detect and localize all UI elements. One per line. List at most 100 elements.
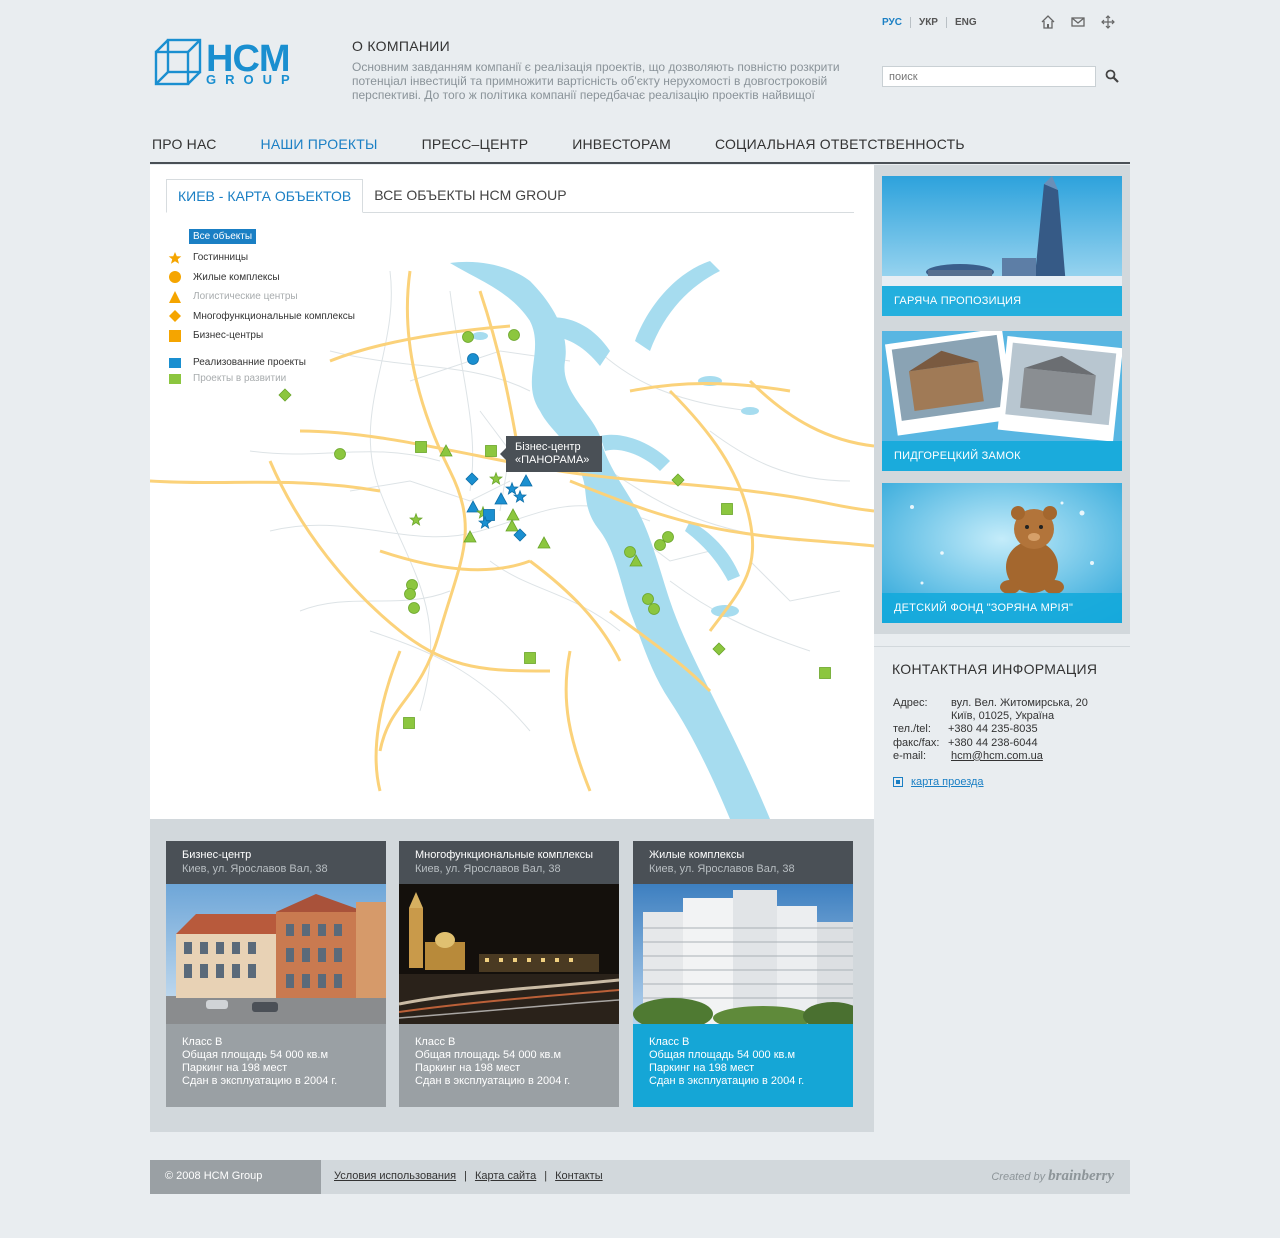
map-link-icon [893, 777, 903, 787]
mail-icon[interactable] [1070, 14, 1086, 30]
map-marker-multifunctional[interactable] [278, 388, 292, 402]
square-icon [169, 357, 181, 368]
main-nav: ПРО НАС НАШИ ПРОЕКТЫ ПРЕСС–ЦЕНТР ИНВЕСТО… [150, 136, 1130, 172]
legend-multifunctional[interactable]: Многофункциональные комплексы [168, 307, 355, 327]
nav-about[interactable]: ПРО НАС [150, 136, 217, 162]
lang-ukr[interactable]: УКР [909, 17, 946, 28]
footer-link-contacts[interactable]: Контакты [555, 1170, 603, 1182]
nav-investors[interactable]: ИНВЕСТОРАМ [570, 136, 671, 162]
map-marker-hotel[interactable] [505, 481, 519, 495]
legend-logistics[interactable]: Логистические центры [168, 287, 355, 307]
footer-link-terms[interactable]: Условия использования [334, 1170, 456, 1182]
home-icon[interactable] [1040, 14, 1056, 30]
legend-residential[interactable]: Жилые комплексы [168, 268, 355, 288]
legend-realized[interactable]: Реализованние проекты [168, 355, 355, 371]
address-line: вул. Вел. Житомирська, 20 [951, 697, 1088, 709]
nav-press[interactable]: ПРЕСС–ЦЕНТР [420, 136, 529, 162]
nav-social[interactable]: СОЦИАЛЬНАЯ ОТВЕТСТВЕННОСТЬ [713, 136, 965, 162]
nav-projects[interactable]: НАШИ ПРОЕКТЫ [259, 136, 378, 172]
map-marker-logistics[interactable] [506, 508, 520, 521]
developer-credit[interactable]: Created by brainberry [991, 1168, 1114, 1185]
legend-label: Проекты в развитии [193, 373, 287, 384]
map-legend: Все объекты Гостинницы Жилые комплексы Л… [168, 229, 355, 387]
map-marker-hotel[interactable] [409, 512, 423, 526]
promo-label: ГАРЯЧА ПРОПОЗИЦИЯ [882, 286, 1122, 316]
logo[interactable]: HCM GROUP [154, 36, 318, 90]
promo-charity[interactable]: ДЕТСКИЙ ФОНД "ЗОРЯНА МРІЯ" [882, 483, 1122, 623]
card-line: Класс В [415, 1036, 456, 1048]
promo-hot-offer[interactable]: ГАРЯЧА ПРОПОЗИЦИЯ [882, 176, 1122, 316]
promo-castle[interactable]: ПИДГОРЕЦКИЙ ЗАМОК [882, 331, 1122, 471]
project-card[interactable]: Многофункциональные комплексы Киев, ул. … [399, 841, 619, 1107]
promo-label: ПИДГОРЕЦКИЙ ЗАМОК [882, 441, 1122, 471]
map-marker-multifunctional[interactable] [712, 642, 726, 656]
project-card[interactable]: Бизнес-центр Киев, ул. Ярославов Вал, 38 [166, 841, 386, 1107]
card-details: Класс В Общая площадь 54 000 кв.м Паркин… [633, 1024, 853, 1107]
map-marker-residential[interactable] [467, 353, 479, 365]
map-marker-business[interactable] [524, 652, 536, 664]
map-marker-residential[interactable] [624, 546, 636, 558]
card-address: Киев, ул. Ярославов Вал, 38 [415, 863, 561, 875]
legend-label: Гостинницы [193, 252, 249, 264]
footer-link-sitemap[interactable]: Карта сайта [475, 1170, 536, 1182]
legend-business[interactable]: Бизнес-центры [168, 326, 355, 346]
lang-rus[interactable]: РУС [880, 17, 910, 28]
card-details: Класс В Общая площадь 54 000 кв.м Паркин… [166, 1024, 386, 1107]
map-marker-residential[interactable] [404, 588, 416, 600]
legend-label: Реализованние проекты [193, 357, 306, 368]
card-title: Жилые комплексы [649, 849, 745, 861]
card-line: Класс В [182, 1036, 223, 1048]
map-marker-business[interactable] [403, 717, 415, 729]
map-marker-residential[interactable] [642, 593, 654, 605]
email-link[interactable]: hcm@hcm.com.ua [951, 750, 1043, 763]
card-address: Киев, ул. Ярославов Вал, 38 [649, 863, 795, 875]
about-title: О КОМПАНИИ [352, 38, 450, 54]
divider [874, 646, 1130, 647]
legend-hotels[interactable]: Гостинницы [168, 248, 355, 268]
map-marker-logistics[interactable] [466, 500, 480, 513]
footer: © 2008 HCM Group Условия использования |… [150, 1160, 1130, 1194]
map-marker-residential[interactable] [508, 329, 520, 341]
route-map-link[interactable]: карта проезда [911, 776, 984, 788]
map-marker-residential[interactable] [408, 602, 420, 614]
map-marker-hotel[interactable] [489, 471, 503, 485]
language-switcher: РУС УКР ENG [880, 17, 985, 28]
card-line: Общая площадь 54 000 кв.м [182, 1048, 329, 1061]
search-input[interactable] [882, 66, 1096, 87]
legend-all-objects[interactable]: Все объекты [189, 229, 257, 244]
legend-label: Жилые комплексы [193, 271, 280, 283]
tab-all-objects[interactable]: ВСЕ ОБЪЕКТЫ HCM GROUP [363, 179, 577, 212]
map-marker-residential[interactable] [654, 539, 666, 551]
sitemap-icon[interactable] [1100, 14, 1116, 30]
map-marker-residential[interactable] [648, 603, 660, 615]
square-icon [169, 329, 181, 342]
project-card[interactable]: Жилые комплексы Киев, ул. Ярославов Вал,… [633, 841, 853, 1107]
map-marker-business[interactable] [819, 667, 831, 679]
card-line: Паркинг на 198 мест [182, 1061, 288, 1074]
map-marker-hotel[interactable] [513, 489, 527, 503]
tooltip-line1: Бізнес-центр [515, 441, 581, 453]
copyright: © 2008 HCM Group [150, 1160, 321, 1194]
map-water [450, 261, 770, 819]
card-line: Сдан в эксплуатацию в 2004 г. [182, 1074, 338, 1087]
map-marker-logistics[interactable] [494, 492, 508, 505]
legend-developing[interactable]: Проекты в развитии [168, 371, 355, 387]
map-marker-residential[interactable] [462, 331, 474, 343]
map-panel: КИЕВ - КАРТА ОБЪЕКТОВ ВСЕ ОБЪЕКТЫ HCM GR… [150, 165, 874, 819]
map-marker-residential[interactable] [334, 448, 346, 460]
map-marker-logistics[interactable] [519, 474, 533, 487]
map-marker-multifunctional[interactable] [465, 472, 479, 486]
address-label: Адрес: [893, 697, 928, 709]
map-marker-business[interactable] [485, 445, 497, 457]
map-marker-logistics[interactable] [537, 536, 551, 549]
project-cards: Бизнес-центр Киев, ул. Ярославов Вал, 38 [150, 819, 874, 1132]
search-icon[interactable] [1104, 68, 1120, 84]
map-marker-business[interactable] [721, 503, 733, 515]
lang-eng[interactable]: ENG [945, 17, 985, 28]
about-text: Основним завданням компанії є реалізація… [352, 60, 840, 102]
footer-links: Условия использования | Карта сайта | Ко… [334, 1170, 603, 1182]
tab-kiev-map[interactable]: КИЕВ - КАРТА ОБЪЕКТОВ [166, 179, 364, 213]
fax-value: +380 44 238-6044 [948, 736, 1038, 749]
map-marker-business[interactable] [415, 441, 427, 453]
map-marker-logistics[interactable] [505, 519, 519, 532]
